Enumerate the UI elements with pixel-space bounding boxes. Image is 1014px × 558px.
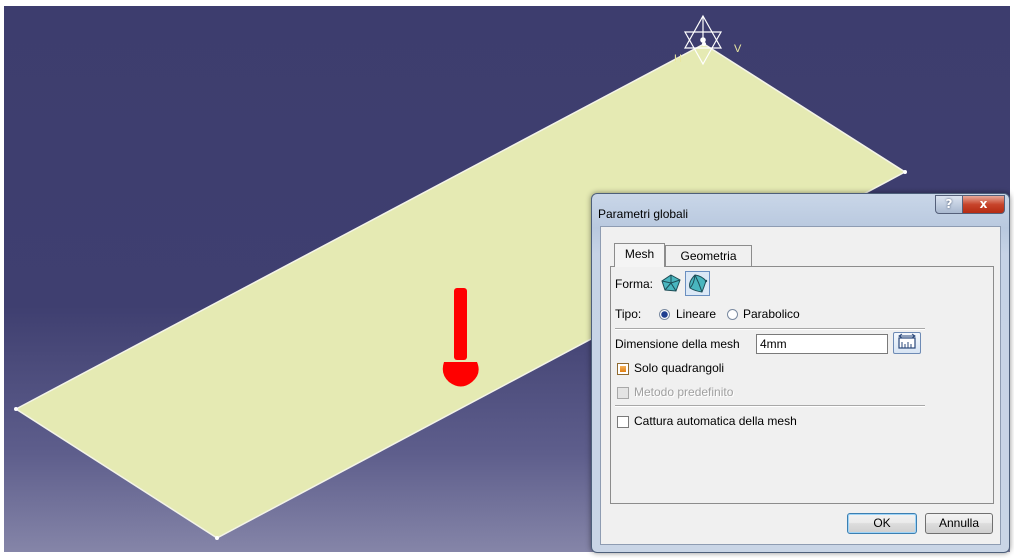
lineare-radio[interactable] bbox=[659, 309, 670, 320]
close-icon: x bbox=[979, 197, 988, 211]
mesh-size-input[interactable] bbox=[756, 334, 888, 354]
cattura-automatica-label[interactable]: Cattura automatica della mesh bbox=[634, 414, 797, 428]
vertex-bottom bbox=[215, 536, 219, 540]
cancel-button[interactable]: Annulla bbox=[925, 513, 993, 534]
help-icon: ? bbox=[945, 197, 953, 211]
help-button[interactable]: ? bbox=[935, 195, 963, 214]
axis-label-h: H bbox=[674, 53, 682, 65]
separator bbox=[615, 405, 925, 407]
dialog-titlebar[interactable]: Parametri globali ? x bbox=[592, 194, 1009, 228]
parabolic-element-button[interactable] bbox=[685, 271, 710, 296]
cattura-automatica-checkbox[interactable] bbox=[617, 416, 629, 428]
close-button[interactable]: x bbox=[962, 195, 1005, 214]
tab-geometria[interactable]: Geometria bbox=[665, 245, 752, 267]
linear-element-icon bbox=[661, 274, 681, 292]
mesh-size-label: Dimensione della mesh bbox=[615, 337, 740, 351]
mesh-tab-panel: Forma: Tipo: Lineare Parabolico Dimensio… bbox=[610, 266, 994, 504]
vertex-right bbox=[903, 170, 907, 174]
forma-label: Forma: bbox=[615, 277, 654, 291]
separator bbox=[615, 328, 925, 330]
metodo-predefinito-checkbox[interactable] bbox=[617, 387, 629, 399]
dialog-title: Parametri globali bbox=[598, 207, 689, 221]
linear-element-button[interactable] bbox=[659, 271, 684, 296]
tipo-label: Tipo: bbox=[615, 307, 642, 321]
parabolico-label[interactable]: Parabolico bbox=[743, 307, 800, 321]
global-parameters-dialog: Parametri globali ? x Mesh Geometria For… bbox=[591, 193, 1010, 553]
axis-label-v: V bbox=[734, 43, 742, 55]
metodo-predefinito-label: Metodo predefinito bbox=[634, 385, 734, 399]
lineare-label[interactable]: Lineare bbox=[676, 307, 716, 321]
measure-button[interactable] bbox=[893, 332, 921, 354]
tab-mesh[interactable]: Mesh bbox=[614, 243, 665, 267]
dialog-client-area: Mesh Geometria Forma: Tipo: Lineare Para… bbox=[600, 226, 1001, 545]
solo-quadrangoli-checkbox[interactable] bbox=[617, 363, 629, 375]
parabolico-radio[interactable] bbox=[727, 309, 738, 320]
solo-quadrangoli-label[interactable]: Solo quadrangoli bbox=[634, 361, 724, 375]
measure-icon bbox=[898, 333, 916, 349]
parabolic-element-icon bbox=[689, 274, 708, 293]
vertex-left bbox=[14, 407, 18, 411]
ok-button[interactable]: OK bbox=[847, 513, 917, 534]
